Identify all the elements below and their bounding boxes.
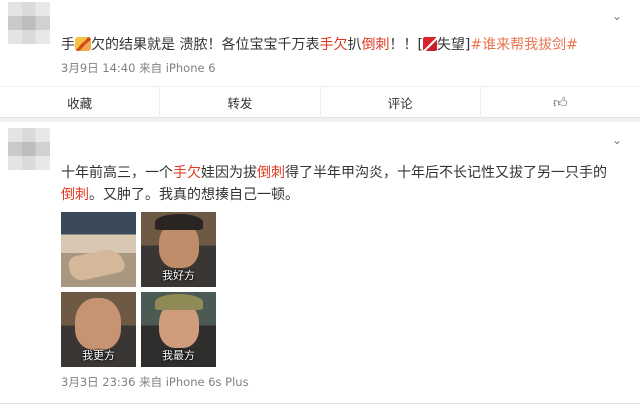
photo-thumbnail[interactable]: 我好方 (141, 212, 216, 287)
photo-grid: 我好方 我更方 我最方 (61, 212, 221, 372)
photo-thumbnail[interactable] (61, 212, 136, 287)
highlight-keyword: 倒刺 (61, 187, 89, 203)
favorite-button[interactable]: 收藏 (0, 87, 161, 118)
thumbs-up-icon: 👍︎ (553, 95, 568, 111)
like-button[interactable]: 👍︎ (481, 87, 640, 118)
action-bar: 收藏 转发 评论 👍︎ (0, 86, 640, 118)
avatar[interactable] (8, 128, 50, 170)
post-text-part: ！！[ (389, 37, 423, 53)
post-text-part: 手 (61, 37, 75, 53)
chevron-down-icon[interactable]: ⌄ (612, 134, 624, 146)
post-text-part: 得了半年甲沟炎，十年后不长记性又拔了另一只手的 (285, 165, 607, 181)
hat-shape (155, 214, 203, 230)
highlight-keyword: 手欠 (173, 165, 201, 181)
photo-caption: 我最方 (162, 349, 195, 362)
photo-thumbnail[interactable]: 我更方 (61, 292, 136, 367)
person-face (75, 298, 121, 350)
post-text-part: 扒 (347, 37, 362, 53)
emoji-icon (75, 37, 91, 51)
post-text-part: 。又肿了。我真的想揍自己一顿。 (89, 187, 299, 203)
comment-button[interactable]: 评论 (321, 87, 481, 118)
chevron-down-icon[interactable]: ⌄ (612, 10, 624, 22)
photo-caption: 我更方 (82, 349, 115, 362)
repost-button[interactable]: 转发 (160, 87, 321, 118)
post-text-part: 欠的结果就是 溃脓！各位宝宝千万表 (91, 37, 320, 53)
highlight-keyword: 手欠 (319, 37, 348, 53)
post-text-part: 十年前高三，一个 (61, 165, 173, 181)
post-meta: 3月9日 14:40 来自 iPhone 6 (61, 61, 216, 75)
post-text-part: 娃因为拔 (201, 165, 257, 181)
post-meta: 3月3日 23:36 来自 iPhone 6s Plus (61, 375, 249, 389)
hat-shape (155, 294, 203, 310)
post-card-2: 十年前高三，一个手欠娃因为拔倒刺得了半年甲沟炎，十年后不长记性又拔了另一只手的倒… (0, 122, 640, 404)
avatar[interactable] (8, 2, 50, 44)
hashtag-link[interactable]: #谁来帮我拔剑# (470, 37, 577, 53)
photo-thumbnail[interactable]: 我最方 (141, 292, 216, 367)
highlight-keyword: 倒刺 (361, 37, 390, 53)
post-text-part: 失望] (436, 37, 471, 53)
post-card-1: ⌄ 手欠的结果就是 溃脓！各位宝宝千万表手欠扒倒刺！！[失望]#谁来帮我拔剑# … (0, 0, 640, 118)
highlight-keyword: 倒刺 (257, 165, 285, 181)
post-text: 十年前高三，一个手欠娃因为拔倒刺得了半年甲沟炎，十年后不长记性又拔了另一只手的倒… (61, 162, 620, 206)
emoji-icon (422, 37, 437, 51)
photo-caption: 我好方 (162, 269, 195, 282)
post-text: 手欠的结果就是 溃脓！各位宝宝千万表手欠扒倒刺！！[ 失望]#谁来帮我拔剑# (61, 34, 620, 56)
